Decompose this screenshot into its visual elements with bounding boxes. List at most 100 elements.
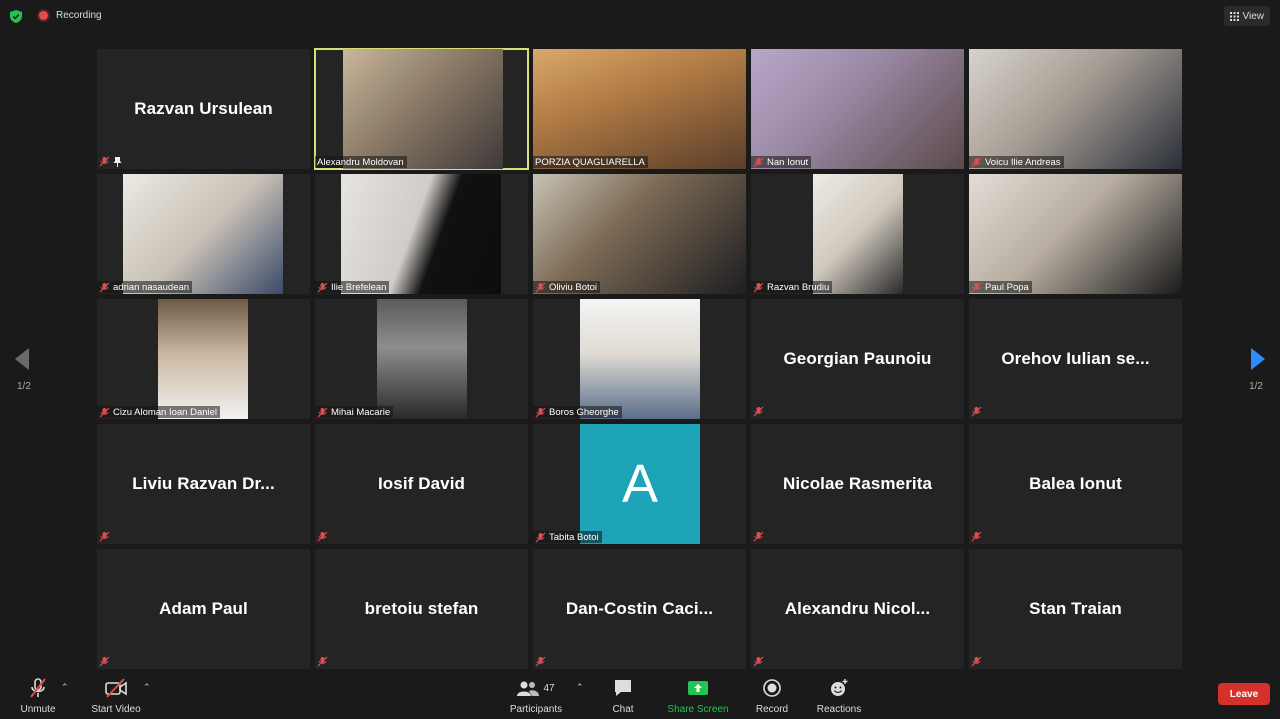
participant-caption: Oliviu Botoi: [533, 281, 601, 293]
participant-tile[interactable]: adrian nasaudean: [97, 174, 310, 294]
reactions-label: Reactions: [816, 704, 862, 715]
top-bar: Recording View: [0, 0, 1280, 32]
chat-button[interactable]: Chat: [606, 676, 640, 715]
video-feed: [123, 174, 283, 294]
tile-status: [535, 656, 549, 667]
participant-tile[interactable]: Orehov Iulian se...: [969, 299, 1182, 419]
participant-tile[interactable]: Georgian Paunoiu: [751, 299, 964, 419]
participant-name: Tabita Botoi: [549, 531, 599, 543]
tile-status: [753, 531, 767, 542]
participant-tile[interactable]: Stan Traian: [969, 549, 1182, 669]
muted-mic-icon: [971, 157, 982, 167]
start-video-button[interactable]: Start Video: [88, 676, 144, 715]
participant-name: Stan Traian: [1029, 599, 1122, 618]
participants-icon: [517, 681, 540, 696]
participant-name: Voicu Ilie Andreas: [985, 156, 1061, 168]
grid-icon: [1229, 11, 1239, 21]
participant-caption: Cizu Aloman Ioan Daniel: [97, 406, 221, 418]
participant-tile[interactable]: Paul Popa: [969, 174, 1182, 294]
audio-options-caret-icon[interactable]: ⌃: [61, 682, 69, 693]
participant-tile[interactable]: Razvan Brudiu: [751, 174, 964, 294]
participant-tile[interactable]: Dan-Costin Caci...: [533, 549, 746, 669]
participants-options-caret-icon[interactable]: ⌃: [576, 682, 584, 693]
participant-caption: PORZIA QUAGLIARELLA: [533, 156, 648, 168]
participant-name: Boros Gheorghe: [549, 406, 619, 418]
muted-mic-icon: [99, 156, 110, 167]
participant-tile[interactable]: Nicolae Rasmerita: [751, 424, 964, 544]
record-icon: [763, 679, 781, 697]
video-feed: [969, 174, 1182, 294]
recording-icon[interactable]: [39, 11, 48, 20]
participant-tile[interactable]: bretoiu stefan: [315, 549, 528, 669]
participant-name: Cizu Aloman Ioan Daniel: [113, 406, 218, 418]
page-indicator-right: 1/2: [1249, 381, 1263, 392]
participant-tile[interactable]: Adam Paul: [97, 549, 310, 669]
share-screen-icon: [688, 681, 708, 695]
participant-name: Razvan Brudiu: [767, 281, 830, 293]
participant-tile[interactable]: Balea Ionut: [969, 424, 1182, 544]
participant-tile[interactable]: Mihai Macarie: [315, 299, 528, 419]
muted-mic-icon: [535, 532, 546, 542]
tile-status: [317, 531, 331, 542]
share-screen-label: Share Screen: [667, 704, 729, 715]
leave-button[interactable]: Leave: [1218, 683, 1270, 705]
participant-name: bretoiu stefan: [364, 599, 479, 618]
muted-mic-icon: [535, 282, 546, 292]
participant-tile[interactable]: Alexandru Nicol...: [751, 549, 964, 669]
video-options-caret-icon[interactable]: ⌃: [143, 682, 151, 693]
participant-name: PORZIA QUAGLIARELLA: [535, 156, 645, 168]
participant-name: Iosif David: [377, 474, 466, 493]
record-button[interactable]: Record: [752, 676, 792, 715]
video-feed: [580, 299, 700, 419]
muted-mic-icon: [317, 282, 328, 292]
participant-name: Balea Ionut: [1029, 474, 1122, 493]
security-shield-icon[interactable]: [10, 10, 22, 23]
participant-caption: Tabita Botoi: [533, 531, 602, 543]
video-feed: [969, 49, 1182, 169]
tile-status: [971, 531, 985, 542]
next-page-arrow-icon[interactable]: [1249, 348, 1265, 370]
muted-mic-icon: [317, 531, 328, 542]
gallery-grid: Razvan Ursulean Alexandru Moldovan PORZI…: [97, 48, 1185, 671]
participant-name: adrian nasaudean: [113, 281, 190, 293]
participant-tile[interactable]: Iosif David: [315, 424, 528, 544]
unmute-label: Unmute: [20, 704, 56, 715]
participants-button[interactable]: 47 Participants: [506, 676, 566, 715]
participant-tile[interactable]: Alexandru Moldovan: [314, 48, 529, 170]
participant-tile[interactable]: Nan Ionut: [751, 49, 964, 169]
tile-status: [753, 406, 767, 417]
participant-tile[interactable]: Oliviu Botoi: [533, 174, 746, 294]
previous-page-arrow-icon[interactable]: [15, 348, 31, 370]
video-feed: [158, 299, 248, 419]
participant-tile[interactable]: A Tabita Botoi: [533, 424, 746, 544]
participant-tile[interactable]: Boros Gheorghe: [533, 299, 746, 419]
participant-name: Mihai Macarie: [331, 406, 391, 418]
share-screen-button[interactable]: Share Screen: [665, 676, 731, 715]
participant-tile[interactable]: Voicu Ilie Andreas: [969, 49, 1182, 169]
view-button[interactable]: View: [1223, 6, 1270, 26]
view-label: View: [1242, 10, 1265, 22]
participant-tile[interactable]: PORZIA QUAGLIARELLA: [533, 49, 746, 169]
muted-mic-icon: [971, 282, 982, 292]
unmute-button[interactable]: Unmute: [18, 676, 58, 715]
participant-tile[interactable]: Razvan Ursulean: [97, 49, 310, 169]
muted-mic-icon: [971, 656, 982, 667]
video-feed: [533, 49, 746, 169]
participant-name: Adam Paul: [159, 599, 248, 618]
tile-status: [99, 656, 113, 667]
video-feed: [343, 49, 503, 169]
muted-mic-icon: [753, 531, 764, 542]
participant-caption: Alexandru Moldovan: [315, 156, 407, 168]
participant-name: Liviu Razvan Dr...: [132, 474, 275, 493]
participant-caption: adrian nasaudean: [97, 281, 193, 293]
video-off-icon: [105, 678, 127, 698]
reactions-button[interactable]: Reactions: [814, 676, 864, 715]
participant-tile[interactable]: Liviu Razvan Dr...: [97, 424, 310, 544]
participant-name: Oliviu Botoi: [549, 281, 598, 293]
muted-mic-icon: [971, 406, 982, 417]
participant-tile[interactable]: Ilie Brefelean: [315, 174, 528, 294]
participant-caption: Nan Ionut: [751, 156, 812, 168]
tile-status: [971, 656, 985, 667]
participant-tile[interactable]: Cizu Aloman Ioan Daniel: [97, 299, 310, 419]
muted-mic-icon: [753, 157, 764, 167]
